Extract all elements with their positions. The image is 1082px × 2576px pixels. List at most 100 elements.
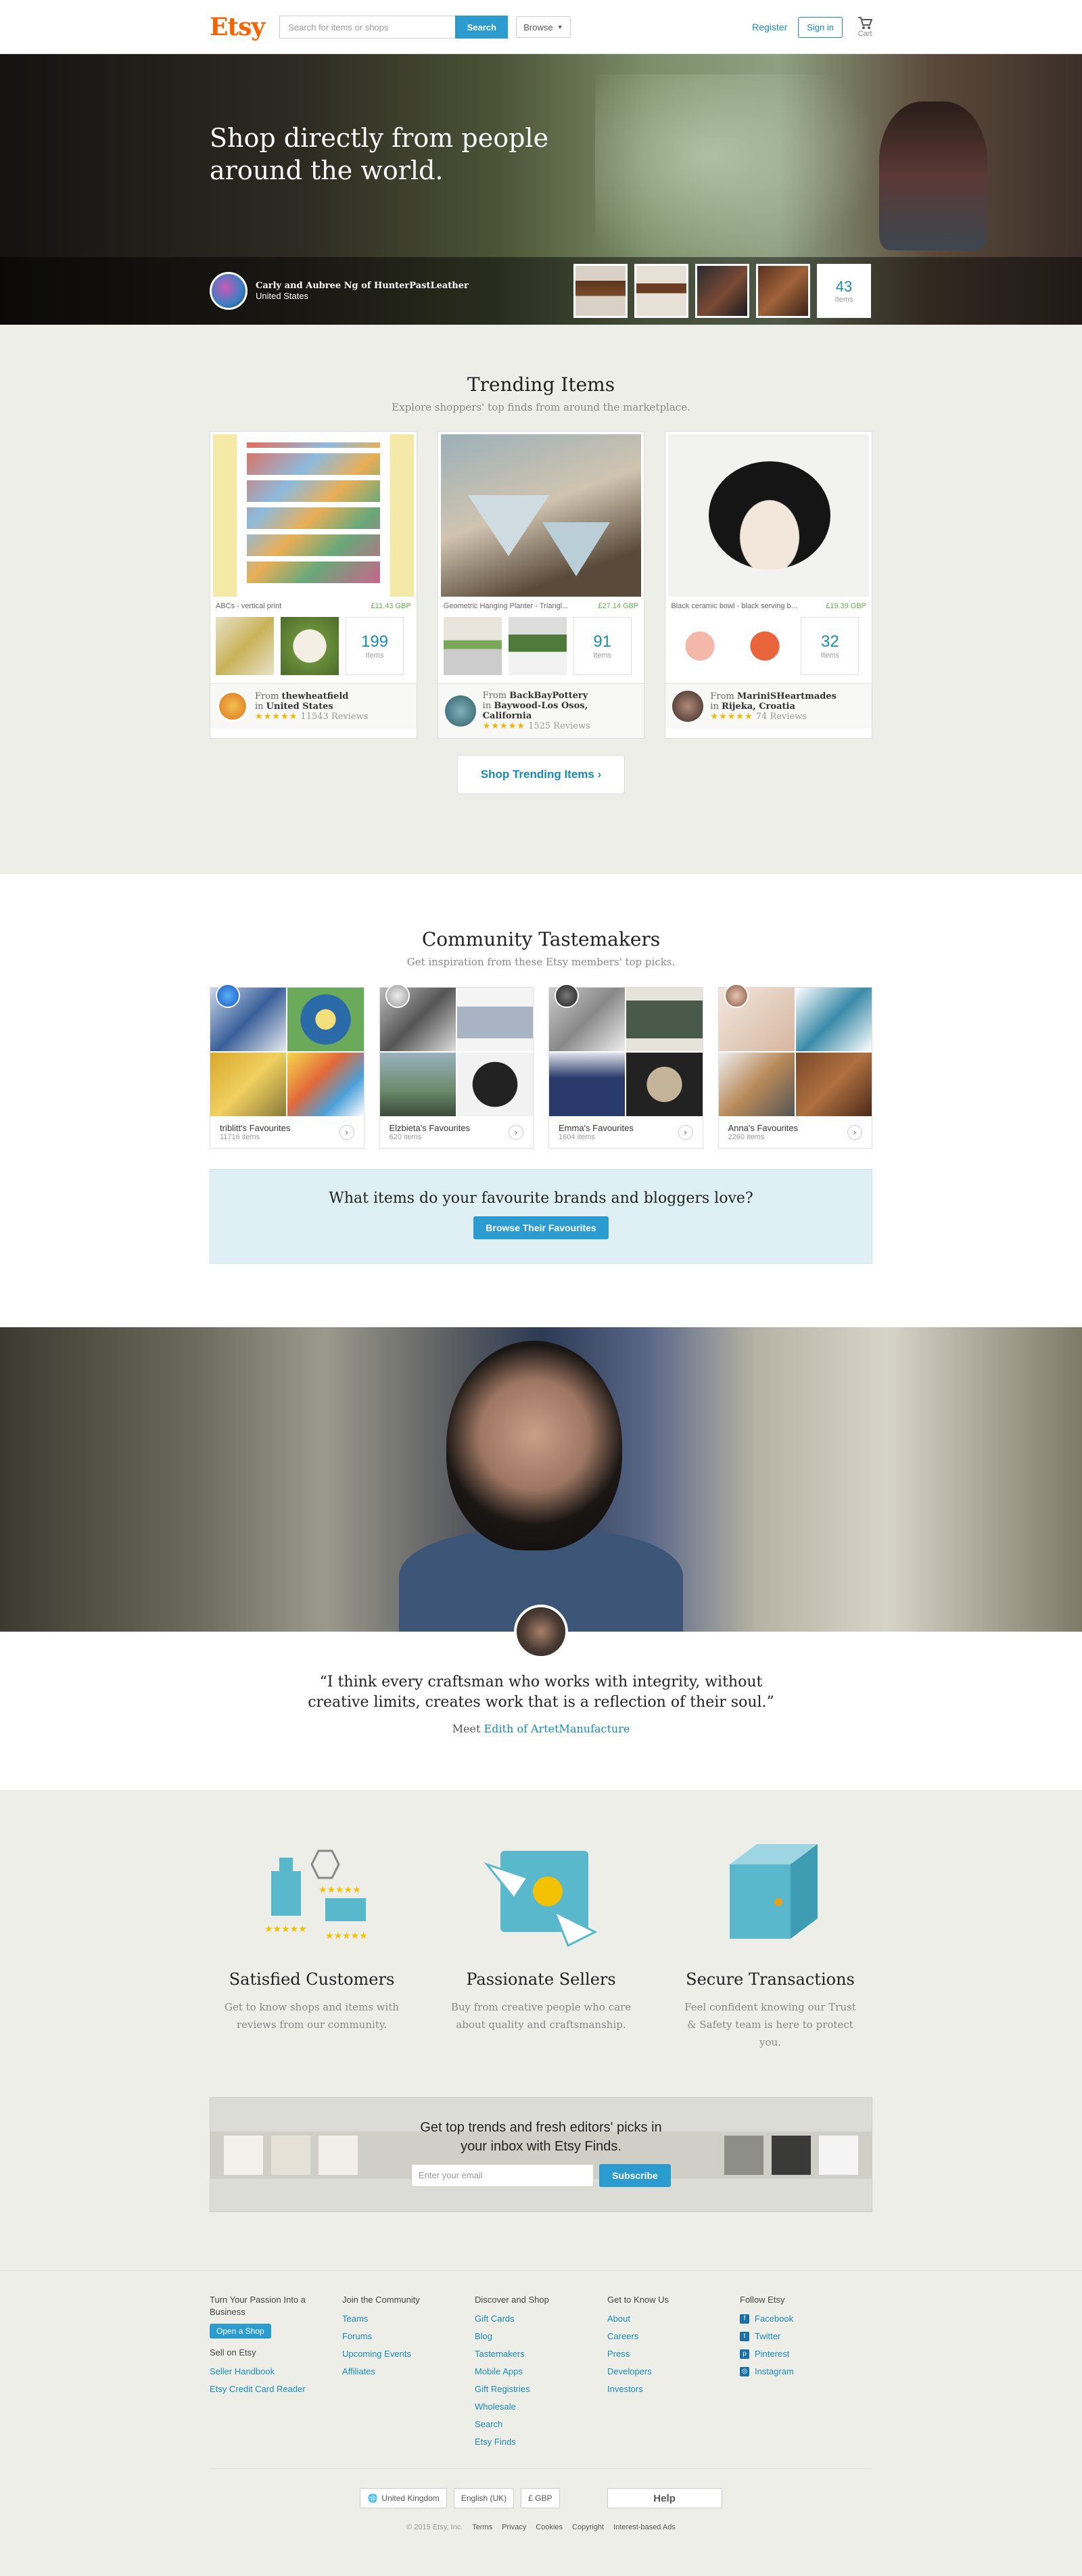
language-selector[interactable]: English (UK)	[453, 2488, 515, 2508]
favourites-title[interactable]: Anna's Favourites	[728, 1123, 799, 1133]
browse-dropdown[interactable]: Browse ▼	[516, 16, 571, 38]
item-thumb[interactable]	[736, 617, 795, 675]
avatar[interactable]	[514, 1605, 568, 1659]
shop-info[interactable]: From MariniSHeartmades in Rijeka, Croati…	[665, 683, 872, 729]
social-twitter[interactable]: t Twitter	[740, 2328, 872, 2345]
footer-link[interactable]: Twitter	[755, 2328, 780, 2345]
shop-item-count[interactable]: 199 Items	[346, 617, 404, 675]
item-caption[interactable]: ABCs - vertical print	[216, 602, 281, 610]
social-facebook[interactable]: f Facebook	[740, 2310, 872, 2328]
open-shop-button[interactable]: Open a Shop	[210, 2324, 271, 2339]
favourites-grid[interactable]	[549, 988, 703, 1116]
cart-button[interactable]: Cart	[857, 16, 872, 38]
footer-link[interactable]: Developers	[607, 2363, 740, 2380]
subscribe-button[interactable]: Subscribe	[599, 2164, 671, 2187]
footer-link[interactable]: Forums	[342, 2328, 475, 2345]
favourites-grid[interactable]	[379, 988, 533, 1116]
footer-link[interactable]: Careers	[607, 2328, 740, 2345]
trending-card[interactable]: Geometric Hanging Planter - Triangl... £2…	[437, 431, 645, 739]
legal-link[interactable]: Cookies	[536, 2523, 563, 2531]
shop-trending-button[interactable]: Shop Trending Items ›	[457, 755, 625, 794]
footer-link[interactable]: Facebook	[755, 2310, 793, 2328]
hero-item-count[interactable]: 43 Items	[817, 264, 871, 318]
search-button[interactable]: Search	[455, 16, 509, 39]
hero-thumb[interactable]	[756, 264, 810, 318]
footer-link[interactable]: Gift Cards	[475, 2310, 607, 2328]
footer-link[interactable]: Seller Handbook	[210, 2363, 342, 2380]
favourites-card[interactable]: Elzbieta's Favourites 620 items ›	[379, 984, 534, 1149]
register-link[interactable]: Register	[752, 22, 787, 32]
chevron-right-icon[interactable]: ›	[678, 1124, 693, 1140]
legal-link[interactable]: Terms	[472, 2523, 492, 2531]
review-count[interactable]: 74 Reviews	[756, 712, 807, 722]
region-selector[interactable]: 🌐 United Kingdom	[360, 2488, 447, 2508]
favourites-title[interactable]: Emma's Favourites	[559, 1123, 634, 1133]
footer-link[interactable]: Search	[475, 2416, 607, 2433]
avatar[interactable]	[217, 691, 248, 722]
footer-link[interactable]: Upcoming Events	[342, 2345, 475, 2363]
legal-link[interactable]: Interest-based Ads	[613, 2523, 676, 2531]
footer-link[interactable]: Pinterest	[755, 2345, 789, 2363]
footer-link[interactable]: Affiliates	[342, 2363, 475, 2380]
hero-seller-name[interactable]: Carly and Aubree Ng of HunterPastLeather	[256, 281, 469, 291]
browse-favourites-button[interactable]: Browse Their Favourites	[473, 1216, 609, 1239]
help-button[interactable]: Help	[607, 2488, 722, 2508]
etsy-logo[interactable]: Etsy	[210, 13, 265, 41]
chevron-right-icon[interactable]: ›	[339, 1124, 354, 1140]
shop-name[interactable]: thewheatfield	[282, 691, 349, 702]
footer-link[interactable]: Wholesale	[475, 2398, 607, 2416]
favourites-card[interactable]: Emma's Favourites 1604 items ›	[548, 984, 703, 1149]
item-image[interactable]	[213, 434, 414, 597]
item-image[interactable]	[668, 434, 870, 597]
item-caption[interactable]: Black ceramic bowl - black serving b...	[671, 602, 797, 610]
item-thumb[interactable]	[508, 617, 567, 675]
footer-link[interactable]: Press	[607, 2345, 740, 2363]
search-input[interactable]: Search for items or shops	[279, 16, 456, 39]
item-thumb[interactable]	[671, 617, 730, 675]
shop-name[interactable]: BackBayPottery	[509, 691, 588, 701]
hero-seller[interactable]: Carly and Aubree Ng of HunterPastLeather…	[210, 272, 469, 310]
favourites-title[interactable]: Elzbieta's Favourites	[390, 1123, 471, 1133]
item-thumb[interactable]	[216, 617, 274, 675]
footer-link[interactable]: Blog	[475, 2328, 607, 2345]
favourites-card[interactable]: triblitt's Favourites 11716 items ›	[210, 984, 364, 1149]
footer-link[interactable]: Etsy Credit Card Reader	[210, 2380, 342, 2398]
shop-name[interactable]: MariniSHeartmades	[737, 691, 837, 702]
footer-link[interactable]: Mobile Apps	[475, 2363, 607, 2380]
favourites-grid[interactable]	[718, 988, 872, 1116]
email-field[interactable]: Enter your email	[411, 2164, 594, 2187]
review-count[interactable]: 11543 Reviews	[300, 712, 368, 722]
trending-card[interactable]: ABCs - vertical print £11.43 GBP 199 Items…	[210, 431, 417, 739]
favourites-grid[interactable]	[210, 988, 364, 1116]
footer-link[interactable]: Gift Registries	[475, 2380, 607, 2398]
shop-item-count[interactable]: 32 Items	[801, 617, 860, 675]
hero-thumb[interactable]	[695, 264, 749, 318]
favourites-card[interactable]: Anna's Favourites 2260 items ›	[718, 984, 872, 1149]
legal-link[interactable]: Privacy	[502, 2523, 526, 2531]
item-image[interactable]	[440, 434, 642, 597]
hero-thumb[interactable]	[634, 264, 688, 318]
item-caption[interactable]: Geometric Hanging Planter - Triangl...	[444, 602, 569, 610]
avatar[interactable]	[385, 984, 410, 1008]
footer-link[interactable]: About	[607, 2310, 740, 2328]
hero-thumb[interactable]	[573, 264, 628, 318]
footer-link[interactable]: Tastemakers	[475, 2345, 607, 2363]
chevron-right-icon[interactable]: ›	[509, 1124, 523, 1140]
avatar[interactable]	[724, 984, 749, 1008]
item-thumb[interactable]	[443, 617, 502, 675]
review-count[interactable]: 1525 Reviews	[528, 721, 590, 731]
chevron-right-icon[interactable]: ›	[847, 1124, 862, 1140]
item-thumb[interactable]	[281, 617, 339, 675]
shop-item-count[interactable]: 91 Items	[573, 617, 632, 675]
avatar[interactable]	[444, 695, 476, 727]
currency-selector[interactable]: £ GBP	[521, 2488, 560, 2508]
footer-link[interactable]: Teams	[342, 2310, 475, 2328]
social-pinterest[interactable]: p Pinterest	[740, 2345, 872, 2363]
signin-button[interactable]: Sign in	[798, 16, 843, 38]
social-instagram[interactable]: ◎ Instagram	[740, 2363, 872, 2380]
footer-link[interactable]: Instagram	[755, 2363, 794, 2380]
legal-link[interactable]: Copyright	[572, 2523, 604, 2531]
shop-info[interactable]: From thewheatfield in United States ★★★★…	[210, 683, 417, 729]
avatar[interactable]	[555, 984, 579, 1008]
footer-link[interactable]: Etsy Finds	[475, 2433, 607, 2451]
